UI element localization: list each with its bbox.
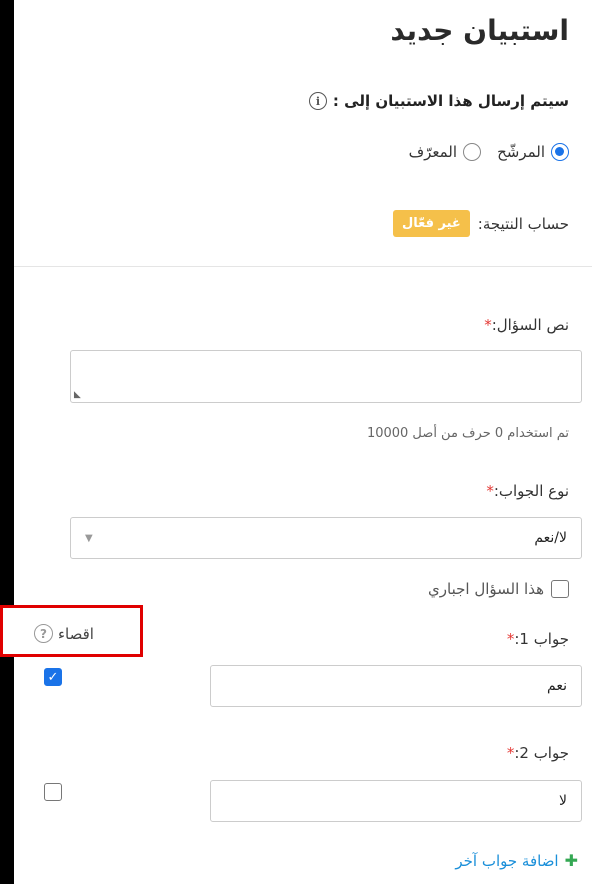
survey-panel: استبيان جديد سيتم إرسال هذا الاستبيان إل… <box>0 0 592 884</box>
required-mark: * <box>484 316 492 334</box>
answer-type-label-text: نوع الجواب: <box>493 482 569 500</box>
answer-2-exclude-checkbox[interactable] <box>44 783 62 801</box>
radio-referrer[interactable] <box>463 143 482 161</box>
send-to-row: سيتم إرسال هذا الاستبيان إلى : i <box>308 92 569 110</box>
mandatory-checkbox[interactable] <box>551 580 569 598</box>
required-mark: * <box>486 482 494 500</box>
add-answer-label: اضافة جواب آخر <box>455 851 559 870</box>
recipient-radio-group: المرشّح المعرّف <box>409 143 569 161</box>
help-icon[interactable]: ? <box>34 624 53 643</box>
radio-referrer-label: المعرّف <box>408 143 458 161</box>
answer-2-value: لا <box>559 793 567 809</box>
question-label-text: نص السؤال: <box>491 316 569 334</box>
answer-1-exclude-checkbox[interactable]: ✓ <box>44 668 62 686</box>
radio-candidate[interactable] <box>551 143 569 161</box>
answer-1-label: جواب 1:* <box>507 630 569 648</box>
radio-option-candidate[interactable]: المرشّح <box>497 143 569 161</box>
answer-2-label-text: جواب 2: <box>514 744 569 762</box>
question-textarea[interactable]: ◢ <box>70 350 582 403</box>
send-to-label: سيتم إرسال هذا الاستبيان إلى : <box>332 92 569 110</box>
chevron-down-icon: ▼ <box>85 532 93 544</box>
mandatory-label: هذا السؤال اجباري <box>428 580 544 598</box>
answer-2-label: جواب 2:* <box>507 744 569 762</box>
add-answer-link[interactable]: ✚ اضافة جواب آخر <box>455 851 578 870</box>
score-row: حساب النتيجة: غير فعّال <box>392 210 569 237</box>
radio-candidate-label: المرشّح <box>497 143 545 161</box>
answer-type-value: لا/نعم <box>534 530 567 546</box>
mandatory-checkbox-row[interactable]: هذا السؤال اجباري <box>428 580 569 598</box>
resize-grip-icon[interactable]: ◢ <box>74 390 81 400</box>
answer-type-label: نوع الجواب:* <box>486 482 569 500</box>
answer-1-input[interactable]: نعم <box>210 665 582 707</box>
answer-1-label-text: جواب 1: <box>514 630 569 648</box>
score-label: حساب النتيجة: <box>477 214 569 233</box>
divider <box>14 266 592 267</box>
exclude-label: اقصاء <box>58 624 94 643</box>
char-counter: تم استخدام 0 حرف من أصل 10000 <box>366 426 569 441</box>
plus-icon: ✚ <box>564 851 578 870</box>
question-label: نص السؤال:* <box>484 316 569 334</box>
answer-type-select[interactable]: لا/نعم ▼ <box>70 517 582 559</box>
exclude-header: اقصاء ? <box>34 624 94 643</box>
answer-1-value: نعم <box>547 678 567 694</box>
info-icon[interactable]: i <box>308 92 327 110</box>
status-badge: غير فعّال <box>392 210 470 237</box>
answer-2-input[interactable]: لا <box>210 780 582 822</box>
radio-option-referrer[interactable]: المعرّف <box>408 143 482 161</box>
page-title: استبيان جديد <box>390 14 569 47</box>
